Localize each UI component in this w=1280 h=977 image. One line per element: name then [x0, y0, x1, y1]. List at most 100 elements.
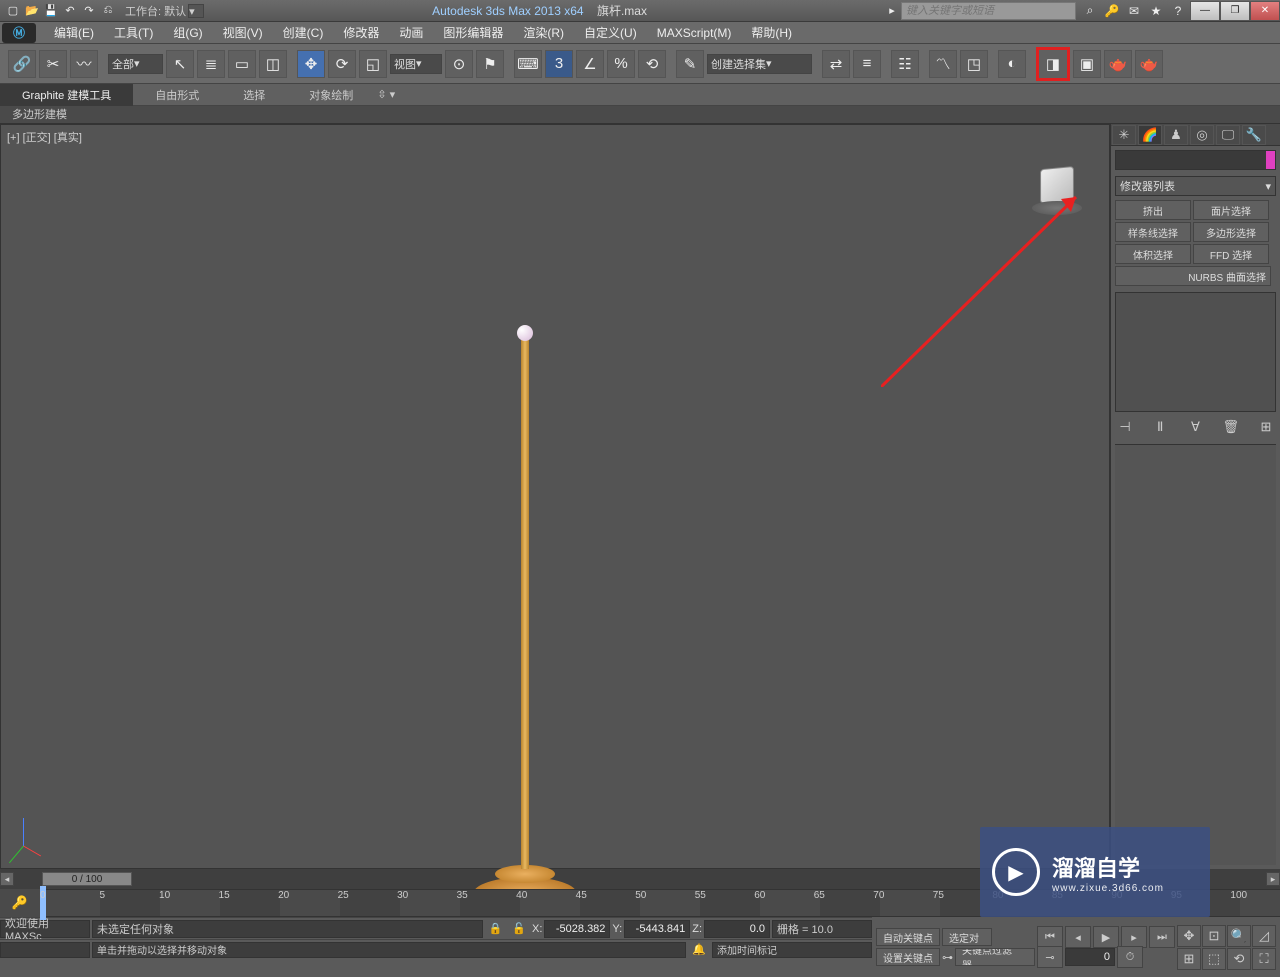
rotate-icon[interactable]: ⟳	[328, 50, 356, 78]
spinner-snap-icon[interactable]: ⟲	[638, 50, 666, 78]
zoom-extents-icon[interactable]: ⊡	[1202, 925, 1226, 947]
angle-snap-icon[interactable]: ∠	[576, 50, 604, 78]
bind-space-icon[interactable]: 〰	[70, 50, 98, 78]
mod-volselect-button[interactable]: 体积选择	[1115, 244, 1191, 264]
qat-open-icon[interactable]: 📂	[23, 2, 41, 20]
poly-modeling-label[interactable]: 多边形建模	[0, 106, 1280, 124]
mod-meshselect-button[interactable]: 面片选择	[1193, 200, 1269, 220]
remove-modifier-icon[interactable]: 🗑	[1221, 418, 1241, 436]
link-icon[interactable]: 🔗	[8, 50, 36, 78]
percent-snap-icon[interactable]: %	[607, 50, 635, 78]
ribbon-tab-paint[interactable]: 对象绘制	[287, 84, 375, 106]
object-name-field[interactable]	[1115, 150, 1276, 170]
mod-extrude-button[interactable]: 挤出	[1115, 200, 1191, 220]
menu-group[interactable]: 组(G)	[163, 22, 212, 43]
fov-icon[interactable]: ◿	[1252, 925, 1276, 947]
ribbon-tab-select[interactable]: 选择	[221, 84, 287, 106]
menu-maxscript[interactable]: MAXScript(M)	[647, 24, 742, 42]
select-region-rect-icon[interactable]: ▭	[228, 50, 256, 78]
lock-icon[interactable]: 🔒	[485, 922, 507, 935]
menu-views[interactable]: 视图(V)	[213, 22, 273, 43]
edit-named-sel-icon[interactable]: ✎	[676, 50, 704, 78]
curve-editor-icon[interactable]: 〽	[929, 50, 957, 78]
favorites-icon[interactable]: ★	[1146, 2, 1166, 20]
scrollbar-right-icon[interactable]: ▸	[1266, 872, 1280, 886]
binoculars-icon[interactable]: ⌕	[1080, 2, 1100, 20]
mod-nurbs-button[interactable]: NURBS 曲面选择	[1115, 266, 1271, 286]
qat-redo-icon[interactable]: ↷	[80, 2, 98, 20]
cmd-tab-create-icon[interactable]: ✳	[1112, 125, 1136, 145]
qat-new-icon[interactable]: ▢	[4, 2, 22, 20]
play-icon[interactable]: ▶	[1093, 926, 1119, 948]
render-frame-window-icon[interactable]: ▣	[1073, 50, 1101, 78]
close-button[interactable]: ✕	[1250, 1, 1280, 21]
viewport-label[interactable]: [+] [正交] [真实]	[7, 129, 82, 145]
menu-modifiers[interactable]: 修改器	[333, 22, 389, 43]
viewport[interactable]: [+] [正交] [真实]	[0, 124, 1110, 869]
ribbon-tab-graphite[interactable]: Graphite 建模工具	[0, 84, 133, 106]
ribbon-tab-freeform[interactable]: 自由形式	[133, 84, 221, 106]
make-unique-icon[interactable]: ∀	[1186, 418, 1206, 436]
zoom-icon[interactable]: 🔍	[1227, 925, 1251, 947]
auto-key-button[interactable]: 自动关键点	[876, 928, 940, 946]
comm-center-icon[interactable]: ✉	[1124, 2, 1144, 20]
key-mode-icon[interactable]: ⊶	[942, 951, 953, 964]
menu-customize[interactable]: 自定义(U)	[574, 22, 647, 43]
cmd-tab-hierarchy-icon[interactable]: ♟	[1164, 125, 1188, 145]
keyboard-shortcut-icon[interactable]: ⌨	[514, 50, 542, 78]
configure-sets-icon[interactable]: ⊞	[1256, 418, 1276, 436]
modifier-list-dropdown[interactable]: 修改器列表▾	[1115, 176, 1276, 196]
render-iterative-icon[interactable]: 🫖	[1135, 50, 1163, 78]
menu-animation[interactable]: 动画	[389, 22, 433, 43]
layer-manager-icon[interactable]: ☷	[891, 50, 919, 78]
orbit-icon[interactable]: ⟲	[1227, 948, 1251, 970]
select-name-icon[interactable]: ≣	[197, 50, 225, 78]
select-object-icon[interactable]: ↖	[166, 50, 194, 78]
time-slider[interactable]: 0 / 100	[42, 872, 132, 886]
move-icon[interactable]: ✥	[297, 50, 325, 78]
scale-icon[interactable]: ◱	[359, 50, 387, 78]
manipulate-icon[interactable]: ⚑	[476, 50, 504, 78]
qat-save-icon[interactable]: 💾	[42, 2, 60, 20]
qat-link-icon[interactable]: ⎌	[99, 2, 117, 20]
use-pivot-center-icon[interactable]: ⊙	[445, 50, 473, 78]
unlink-icon[interactable]: ✂	[39, 50, 67, 78]
maximize-button[interactable]: ❐	[1220, 1, 1250, 21]
ribbon-collapse-icon[interactable]: ⇳ ▾	[375, 88, 397, 101]
qat-undo-icon[interactable]: ↶	[61, 2, 79, 20]
cmd-tab-motion-icon[interactable]: ◎	[1190, 125, 1214, 145]
time-tag-field[interactable]: 添加时间标记	[712, 942, 872, 958]
app-logo-icon[interactable]: Ⓜ	[2, 23, 36, 43]
menu-create[interactable]: 创建(C)	[273, 22, 334, 43]
current-frame-field[interactable]: 0	[1065, 948, 1115, 966]
pin-stack-icon[interactable]: ⊣	[1115, 418, 1135, 436]
coord-z-field[interactable]: 0.0	[704, 920, 770, 938]
menu-help[interactable]: 帮助(H)	[741, 22, 802, 43]
menu-graph[interactable]: 图形编辑器	[433, 22, 513, 43]
cmd-tab-modify-icon[interactable]: 🌈	[1138, 125, 1162, 145]
set-key-button[interactable]: 设置关键点	[876, 948, 940, 966]
cmd-tab-utilities-icon[interactable]: 🔧	[1242, 125, 1266, 145]
maximize-viewport-icon[interactable]: ⛶	[1252, 948, 1276, 970]
search-input[interactable]	[901, 2, 1076, 20]
mod-splineselect-button[interactable]: 样条线选择	[1115, 222, 1191, 242]
key-mode-toggle-icon[interactable]: ⊸	[1037, 946, 1063, 968]
ref-coord-dropdown[interactable]: 视图 ▾	[390, 54, 442, 74]
coord-y-field[interactable]: -5443.841	[624, 920, 690, 938]
align-icon[interactable]: ≡	[853, 50, 881, 78]
workspace-dropdown[interactable]: ▾	[188, 4, 204, 18]
goto-start-icon[interactable]: ⏮	[1037, 926, 1063, 948]
minimize-button[interactable]: —	[1190, 1, 1220, 21]
scrollbar-left-icon[interactable]: ◂	[0, 872, 14, 886]
show-end-result-icon[interactable]: Ⅱ	[1150, 418, 1170, 436]
mod-polyselect-button[interactable]: 多边形选择	[1193, 222, 1269, 242]
material-editor-icon[interactable]: ◐	[998, 50, 1026, 78]
coord-x-field[interactable]: -5028.382	[544, 920, 610, 938]
prev-frame-icon[interactable]: ◂	[1065, 926, 1091, 948]
goto-end-icon[interactable]: ⏭	[1149, 926, 1175, 948]
track-bar-key-icon[interactable]: 🔑	[0, 889, 40, 917]
lock-selection-icon[interactable]: 🔓	[508, 922, 530, 935]
pan-view-icon[interactable]: ✥	[1177, 925, 1201, 947]
key-icon[interactable]: 🔑	[1102, 2, 1122, 20]
schematic-view-icon[interactable]: ◳	[960, 50, 988, 78]
